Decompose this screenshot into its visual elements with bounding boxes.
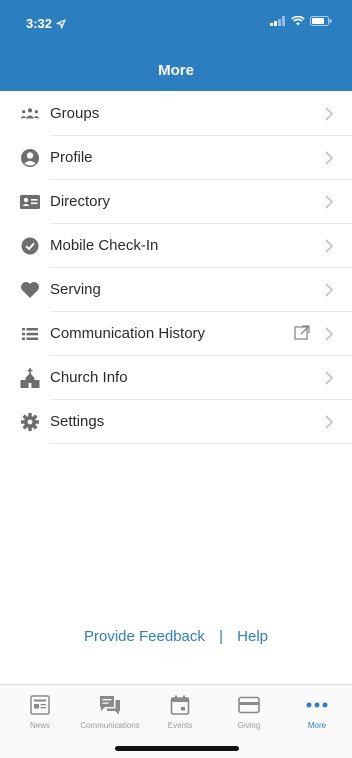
- church-icon: [20, 368, 40, 388]
- menu-label-groups: Groups: [50, 105, 100, 122]
- chevron-right-icon: [325, 327, 334, 341]
- menu-label-settings: Settings: [50, 413, 105, 430]
- status-bar: 3:32: [0, 0, 352, 44]
- chat-icon: [75, 693, 145, 717]
- help-link[interactable]: Help: [237, 628, 268, 645]
- more-menu: Groups Profile Directory Mobile Check-In…: [0, 92, 352, 444]
- calendar-icon: [145, 693, 215, 717]
- footer-links: Provide Feedback | Help: [0, 628, 352, 645]
- groups-icon: [20, 104, 40, 124]
- menu-item-mobile-check-in[interactable]: Mobile Check-In: [21, 224, 352, 268]
- chevron-right-icon: [325, 151, 334, 165]
- battery-icon: [310, 16, 332, 26]
- time-label: 3:32: [26, 16, 53, 31]
- menu-item-church-info[interactable]: Church Info: [20, 356, 352, 400]
- app-header: 3:32 More: [0, 0, 352, 91]
- signal-icon: [270, 16, 285, 26]
- menu-item-serving[interactable]: Serving: [21, 268, 352, 312]
- tab-label-news: News: [29, 721, 50, 730]
- menu-label-profile: Profile: [50, 149, 93, 166]
- chevron-right-icon: [325, 195, 334, 209]
- more-dots-icon: [282, 693, 352, 717]
- link-separator: |: [219, 628, 223, 645]
- home-indicator: [115, 746, 239, 751]
- gear-icon: [20, 412, 40, 432]
- menu-item-settings[interactable]: Settings: [21, 400, 352, 444]
- news-icon: [5, 693, 75, 717]
- card-icon: [214, 693, 284, 717]
- chevron-right-icon: [325, 283, 334, 297]
- menu-item-profile[interactable]: Profile: [21, 136, 352, 180]
- chevron-right-icon: [325, 239, 334, 253]
- status-time: 3:32: [26, 16, 66, 31]
- menu-label-serving: Serving: [50, 281, 101, 298]
- list-icon: [20, 324, 40, 344]
- tab-communications[interactable]: Communications: [75, 693, 145, 730]
- tab-label-communications: Communications: [80, 721, 140, 730]
- location-arrow-icon: [56, 18, 66, 29]
- menu-label-directory: Directory: [50, 193, 111, 210]
- chevron-right-icon: [325, 371, 334, 385]
- wifi-icon: [291, 16, 305, 26]
- menu-item-communication-history[interactable]: Communication History: [22, 312, 352, 356]
- menu-item-directory[interactable]: Directory: [20, 180, 352, 224]
- tab-label-giving: Giving: [237, 721, 261, 730]
- tab-giving[interactable]: Giving: [214, 693, 284, 730]
- chevron-right-icon: [325, 107, 334, 121]
- menu-label-church-info: Church Info: [50, 369, 128, 386]
- status-icons: [270, 16, 332, 26]
- profile-icon: [20, 148, 40, 168]
- menu-item-groups[interactable]: Groups: [20, 92, 352, 136]
- directory-icon: [20, 192, 40, 212]
- tab-label-more: More: [307, 721, 327, 730]
- heart-icon: [20, 280, 40, 300]
- menu-label-communication-history: Communication History: [50, 325, 206, 342]
- check-in-icon: [20, 236, 40, 256]
- tab-label-events: Events: [167, 721, 193, 730]
- chevron-right-icon: [325, 415, 334, 429]
- tab-more[interactable]: More: [282, 693, 352, 730]
- external-link-icon: [294, 325, 310, 340]
- menu-label-mobile-check-in: Mobile Check-In: [50, 237, 159, 254]
- tab-news[interactable]: News: [5, 693, 75, 730]
- page-title: More: [158, 62, 194, 79]
- provide-feedback-link[interactable]: Provide Feedback: [84, 628, 205, 645]
- tab-events[interactable]: Events: [145, 693, 215, 730]
